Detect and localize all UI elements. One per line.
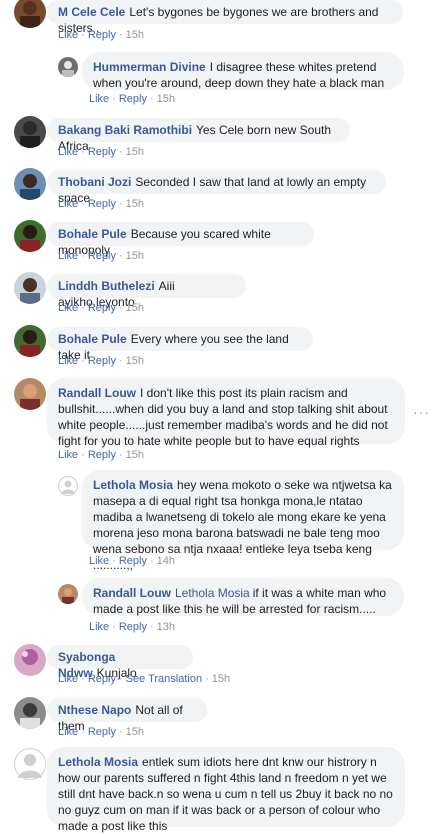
timestamp[interactable]: 15h: [126, 302, 144, 314]
comment-actions: Like · Reply · 15h: [58, 146, 145, 158]
mention-link[interactable]: Lethola Mosia: [175, 586, 250, 600]
avatar[interactable]: [14, 116, 46, 148]
comment-actions: Like · Reply · 15h: [58, 250, 145, 262]
reply-button[interactable]: Reply: [88, 302, 116, 314]
like-button[interactable]: Like: [89, 555, 109, 567]
comment-bubble: Lethola Mosia hey wena mokoto o seke wa n…: [82, 470, 404, 572]
comment-author[interactable]: Randall Louw: [93, 586, 171, 600]
reply-button[interactable]: Reply: [119, 93, 147, 105]
timestamp[interactable]: 14h: [157, 555, 175, 567]
avatar[interactable]: [14, 697, 46, 729]
comment-bubble: Nthese Napo Not all of them: [47, 698, 207, 733]
comment-actions: Like · Reply · 14h: [89, 555, 176, 567]
comment-bubble: Bohale Pule Every where you see the land …: [47, 327, 313, 362]
comment-bubble: Bohale Pule Because you scared white mono…: [47, 222, 314, 257]
comment-bubble: Lethola Mosia entlek sum idiots here dnt …: [47, 747, 405, 833]
reply-button[interactable]: Reply: [88, 355, 116, 367]
reply-button[interactable]: Reply: [119, 621, 147, 633]
reply-button[interactable]: Reply: [88, 146, 116, 158]
comment-author[interactable]: Bakang Baki Ramothibi: [58, 123, 192, 137]
like-button[interactable]: Like: [89, 93, 109, 105]
timestamp[interactable]: 13h: [157, 621, 175, 633]
comment-actions: Like · Reply · 15h: [58, 355, 145, 367]
reply-button[interactable]: Reply: [88, 198, 116, 210]
avatar[interactable]: [14, 748, 46, 780]
avatar[interactable]: [14, 644, 46, 676]
timestamp[interactable]: 15h: [126, 355, 144, 367]
reply-button[interactable]: Reply: [88, 673, 116, 685]
like-button[interactable]: Like: [58, 355, 78, 367]
avatar[interactable]: [58, 57, 78, 77]
avatar[interactable]: [58, 584, 78, 604]
comment-bubble: Randall Louw Lethola Mosia if it was a whi…: [82, 578, 404, 616]
comment-bubble: Linddh Buthelezi Aiii ayikho.leyonto: [47, 274, 246, 309]
comment-actions: Like · Reply · 15h: [58, 726, 145, 738]
avatar[interactable]: [14, 0, 46, 28]
avatar[interactable]: [14, 378, 46, 410]
timestamp[interactable]: 15h: [126, 250, 144, 262]
comment-author[interactable]: M Cele Cele: [58, 5, 125, 19]
comment-actions: Like · Reply · 15h: [58, 29, 145, 41]
avatar[interactable]: [14, 168, 46, 200]
comment-actions: Like · Reply · 15h: [58, 198, 145, 210]
reply-button[interactable]: Reply: [88, 29, 116, 41]
comment-author[interactable]: Lethola Mosia: [93, 478, 173, 492]
comment-bubble: Thobani Jozi Seconded I saw that land at …: [47, 170, 386, 205]
comment-actions: Like · Reply · See Translation · 15h: [58, 673, 231, 685]
like-button[interactable]: Like: [58, 146, 78, 158]
comment-bubble: Randall Louw I don't like this post its p…: [47, 378, 405, 448]
timestamp[interactable]: 15h: [126, 29, 144, 41]
comment-author[interactable]: Hummerman Divine: [93, 60, 206, 74]
avatar[interactable]: [14, 272, 46, 304]
like-button[interactable]: Like: [58, 726, 78, 738]
like-button[interactable]: Like: [58, 250, 78, 262]
like-button[interactable]: Like: [89, 621, 109, 633]
comment-author[interactable]: Linddh Buthelezi: [58, 279, 155, 293]
comment-author[interactable]: Thobani Jozi: [58, 175, 131, 189]
reply-button[interactable]: Reply: [119, 555, 147, 567]
comment-author[interactable]: Nthese Napo: [58, 703, 131, 717]
reply-button[interactable]: Reply: [88, 726, 116, 738]
like-button[interactable]: Like: [58, 673, 78, 685]
timestamp[interactable]: 15h: [126, 198, 144, 210]
comment-actions: Like · Reply · 15h: [58, 449, 145, 461]
comment-bubble: Syabonga Ndww Kunjalo: [47, 645, 193, 680]
timestamp[interactable]: 15h: [157, 93, 175, 105]
comment-bubble: Hummerman Divine I disagree these whites …: [82, 52, 404, 90]
comment-author[interactable]: Bohale Pule: [58, 227, 127, 241]
like-button[interactable]: Like: [58, 449, 78, 461]
timestamp[interactable]: 15h: [126, 726, 144, 738]
comment-bubble: M Cele Cele Let's bygones be bygones we a…: [47, 0, 403, 35]
like-button[interactable]: Like: [58, 198, 78, 210]
comment-actions: Like · Reply · 13h: [89, 621, 176, 633]
reply-button[interactable]: Reply: [88, 250, 116, 262]
comment-author[interactable]: Randall Louw: [58, 386, 136, 400]
avatar[interactable]: [14, 220, 46, 252]
comment-actions: Like · Reply · 15h: [89, 93, 176, 105]
comment-bubble: Bakang Baki Ramothibi Yes Cele born new S…: [47, 118, 350, 153]
timestamp[interactable]: 15h: [126, 146, 144, 158]
timestamp[interactable]: 15h: [126, 449, 144, 461]
reply-button[interactable]: Reply: [88, 449, 116, 461]
comment-actions: Like · Reply · 15h: [58, 302, 145, 314]
more-options-icon[interactable]: ···: [413, 404, 430, 420]
comment-author[interactable]: Lethola Mosia: [58, 755, 138, 769]
avatar[interactable]: [58, 476, 78, 496]
timestamp[interactable]: 15h: [212, 673, 230, 685]
avatar[interactable]: [14, 325, 46, 357]
see-translation-link[interactable]: See Translation: [126, 673, 202, 685]
comment-author[interactable]: Bohale Pule: [58, 332, 127, 346]
like-button[interactable]: Like: [58, 29, 78, 41]
like-button[interactable]: Like: [58, 302, 78, 314]
